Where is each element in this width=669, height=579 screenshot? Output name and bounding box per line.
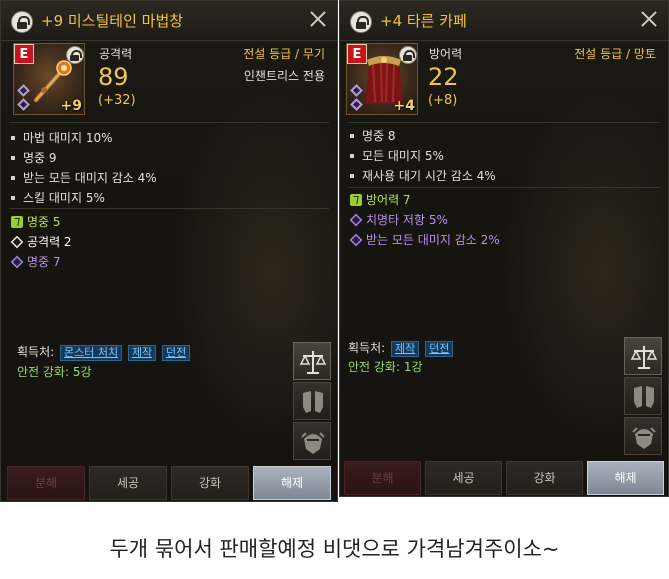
- enhance-level: +4: [393, 98, 415, 114]
- unequip-button[interactable]: 해제: [587, 461, 664, 495]
- lock-icon: [399, 46, 417, 64]
- safe-enhance: 안전 강화: 1강: [348, 360, 423, 374]
- obtain-label: 획득처:: [17, 345, 55, 359]
- enhance-button[interactable]: 강화: [506, 461, 583, 495]
- costume-button[interactable]: [293, 382, 331, 420]
- source-link[interactable]: 던전: [425, 341, 454, 357]
- armor-icon: [634, 386, 654, 408]
- armor-icon: [303, 391, 323, 413]
- item-tooltip-right: +4 타른 카페 E +4 방어력 22 (+8) 전설 등급 / 망토 명중 …: [339, 0, 669, 497]
- item-icon: E +4: [346, 43, 418, 115]
- gem-option-item: 공격력 2: [9, 232, 72, 252]
- compare-button[interactable]: [293, 342, 331, 380]
- diamond-purple-icon: [349, 213, 363, 227]
- diamond-purple-icon: [10, 255, 24, 269]
- bullet-icon: [11, 156, 15, 160]
- helmet-icon: [301, 432, 325, 454]
- socket-gem-icon: [17, 98, 30, 111]
- gem-option-item: 명중 5: [9, 212, 72, 232]
- costume-button[interactable]: [624, 377, 662, 415]
- lock-icon: [66, 46, 84, 64]
- socket-gem-icon: [17, 84, 30, 97]
- close-icon[interactable]: [640, 10, 658, 28]
- source-link[interactable]: 제작: [127, 345, 157, 361]
- grade-badge: E: [14, 44, 34, 64]
- scales-icon: [630, 346, 658, 369]
- dismantle-button[interactable]: 분해: [344, 461, 421, 495]
- bullet-icon: [350, 154, 354, 158]
- gem-option-item: 받는 모든 대미지 감소 2%: [348, 230, 500, 250]
- helmet-button[interactable]: [293, 422, 331, 460]
- option-item: 명중 9: [9, 148, 157, 168]
- bullet-icon: [11, 136, 15, 140]
- option-item: 모든 대미지 5%: [348, 146, 496, 166]
- option-item: 마법 대미지 10%: [9, 128, 157, 148]
- gem-options: 명중 5 공격력 2 명중 7: [9, 212, 72, 272]
- bullet-icon: [350, 134, 354, 138]
- enhance-level: +9: [60, 98, 82, 114]
- source-link[interactable]: 몬스터 처치: [60, 345, 123, 361]
- stat-label: 방어력: [429, 47, 463, 61]
- refine-button[interactable]: 세공: [425, 461, 502, 495]
- helmet-button[interactable]: [624, 417, 662, 455]
- divider: [9, 122, 329, 123]
- bullet-icon: [11, 196, 15, 200]
- safe-enhance: 안전 강화: 5강: [17, 365, 92, 379]
- divider: [348, 187, 660, 188]
- gem-options: 방어력 7 치명타 저항 5% 받는 모든 대미지 감소 2%: [348, 190, 500, 250]
- spear-icon: [34, 58, 74, 102]
- divider: [9, 208, 329, 209]
- dismantle-button[interactable]: 분해: [7, 466, 85, 500]
- gem-option-item: 치명타 저항 5%: [348, 210, 500, 230]
- lock-icon[interactable]: [350, 11, 372, 33]
- class-restriction: 인챈트리스 전용: [243, 69, 325, 83]
- item-tooltip-left: +9 미스틸테인 마법창 E +9 공격력 89 (+32) 전설 등급 / 무…: [0, 0, 338, 502]
- option-item: 명중 8: [348, 126, 496, 146]
- option-item: 받는 모든 대미지 감소 4%: [9, 168, 157, 188]
- refine-button[interactable]: 세공: [89, 466, 167, 500]
- scales-icon: [299, 351, 327, 374]
- title-bar: +9 미스틸테인 마법창: [1, 1, 337, 41]
- lock-icon[interactable]: [11, 11, 33, 33]
- enhance-button[interactable]: 강화: [171, 466, 249, 500]
- base-options: 명중 8 모든 대미지 5% 재사용 대기 시간 감소 4%: [348, 126, 496, 186]
- source-link[interactable]: 던전: [162, 345, 191, 361]
- divider: [348, 122, 660, 123]
- option-item: 스킬 대미지 5%: [9, 188, 157, 208]
- post-caption: 두개 묶어서 판매할예정 비댓으로 가격남겨주이소~: [109, 537, 560, 561]
- stat-value: 22: [428, 63, 459, 91]
- item-title: +4 타른 카페: [380, 12, 467, 30]
- unequip-button[interactable]: 해제: [253, 466, 331, 500]
- bullet-icon: [11, 176, 15, 180]
- item-icon: E +9: [13, 43, 85, 115]
- option-item: 재사용 대기 시간 감소 4%: [348, 166, 496, 186]
- stat-bonus: (+32): [98, 93, 136, 108]
- item-title: +9 미스틸테인 마법창: [41, 12, 184, 30]
- obtain-sources: 획득처: 몬스터 처치 제작 던전: [17, 343, 191, 361]
- card-icon: [11, 216, 23, 228]
- stat-bonus: (+8): [428, 93, 458, 108]
- grade-badge: E: [347, 44, 367, 64]
- bullet-icon: [350, 174, 354, 178]
- gem-option-item: 방어력 7: [348, 190, 500, 210]
- stat-label: 공격력: [99, 47, 133, 61]
- obtain-label: 획득처:: [348, 341, 386, 355]
- card-icon: [350, 194, 362, 206]
- helmet-icon: [632, 427, 656, 449]
- title-bar: +4 타른 카페: [340, 1, 668, 41]
- diamond-purple-icon: [349, 233, 363, 247]
- gem-option-item: 명중 7: [9, 252, 72, 272]
- compare-button[interactable]: [624, 337, 662, 375]
- close-icon[interactable]: [309, 10, 327, 28]
- stat-value: 89: [98, 63, 129, 91]
- diamond-white-icon: [10, 235, 24, 249]
- base-options: 마법 대미지 10% 명중 9 받는 모든 대미지 감소 4% 스킬 대미지 5…: [9, 128, 157, 208]
- grade-text: 전설 등급 / 무기: [243, 47, 325, 61]
- action-bar: 분해 세공 강화 해제: [344, 461, 664, 495]
- source-link[interactable]: 제작: [391, 341, 420, 357]
- grade-text: 전설 등급 / 망토: [574, 47, 656, 61]
- action-bar: 분해 세공 강화 해제: [7, 466, 331, 500]
- obtain-sources: 획득처: 제작 던전: [348, 339, 454, 357]
